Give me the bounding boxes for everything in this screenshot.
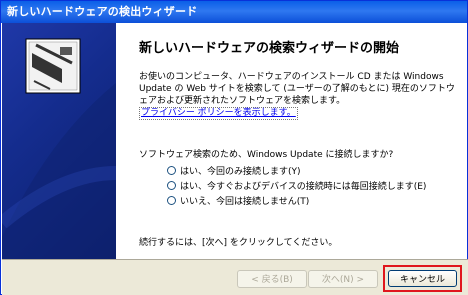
cancel-highlight: キャンセル (383, 265, 462, 292)
option-connect-never[interactable]: いいえ、今回は接続しません(T) (167, 193, 426, 208)
next-button[interactable]: 次へ(N) > (308, 270, 378, 288)
title-bar[interactable]: 新しいハードウェアの検出ウィザード (1, 1, 467, 23)
option-connect-always[interactable]: はい、今すぐおよびデバイスの接続時には毎回接続します(E) (167, 178, 426, 193)
radio-button[interactable] (167, 196, 176, 205)
option-label: はい、今すぐおよびデバイスの接続時には毎回接続します(E) (180, 182, 427, 192)
connect-options: はい、今回のみ接続します(Y) はい、今すぐおよびデバイスの接続時には毎回接続し… (167, 163, 426, 208)
wizard-window: 新しいハードウェアの検出ウィザード 新しいハードウェアの検索ウィザードの開始 お… (0, 0, 468, 295)
privacy-policy-link[interactable]: プライバシー ポリシーを表示します。 (139, 107, 298, 120)
window-title: 新しいハードウェアの検出ウィザード (7, 5, 198, 18)
wizard-side-panel (2, 23, 116, 259)
page-title: 新しいハードウェアの検索ウィザードの開始 (139, 41, 400, 56)
intro-text: お使いのコンピュータ、ハードウェアのインストール CD または Windows … (139, 71, 461, 120)
radio-button[interactable] (167, 181, 176, 190)
option-connect-once[interactable]: はい、今回のみ接続します(Y) (167, 163, 426, 178)
cancel-button[interactable]: キャンセル (388, 270, 457, 287)
option-label: いいえ、今回は接続しません(T) (180, 197, 310, 207)
intro-line: ェアおよび更新されたソフトウェアを検索します。 (139, 96, 346, 106)
intro-line: Update の Web サイトを検索して (ユーザーの了解のもとに) 現在のソ… (139, 84, 455, 94)
hardware-wizard-icon (2, 38, 116, 259)
intro-line: お使いのコンピュータ、ハードウェアのインストール CD または Windows (139, 72, 444, 82)
wizard-content: 新しいハードウェアの検索ウィザードの開始 お使いのコンピュータ、ハードウェアのイ… (119, 23, 465, 259)
back-button[interactable]: < 戻る(B) (237, 270, 307, 288)
radio-button[interactable] (167, 166, 176, 175)
option-label: はい、今回のみ接続します(Y) (180, 167, 301, 177)
connect-question: ソフトウェア検索のため、Windows Update に接続しますか? (139, 150, 394, 160)
continue-instruction: 続行するには、[次へ] をクリックしてください。 (139, 238, 338, 248)
button-bar: < 戻る(B) 次へ(N) > キャンセル (2, 259, 468, 295)
